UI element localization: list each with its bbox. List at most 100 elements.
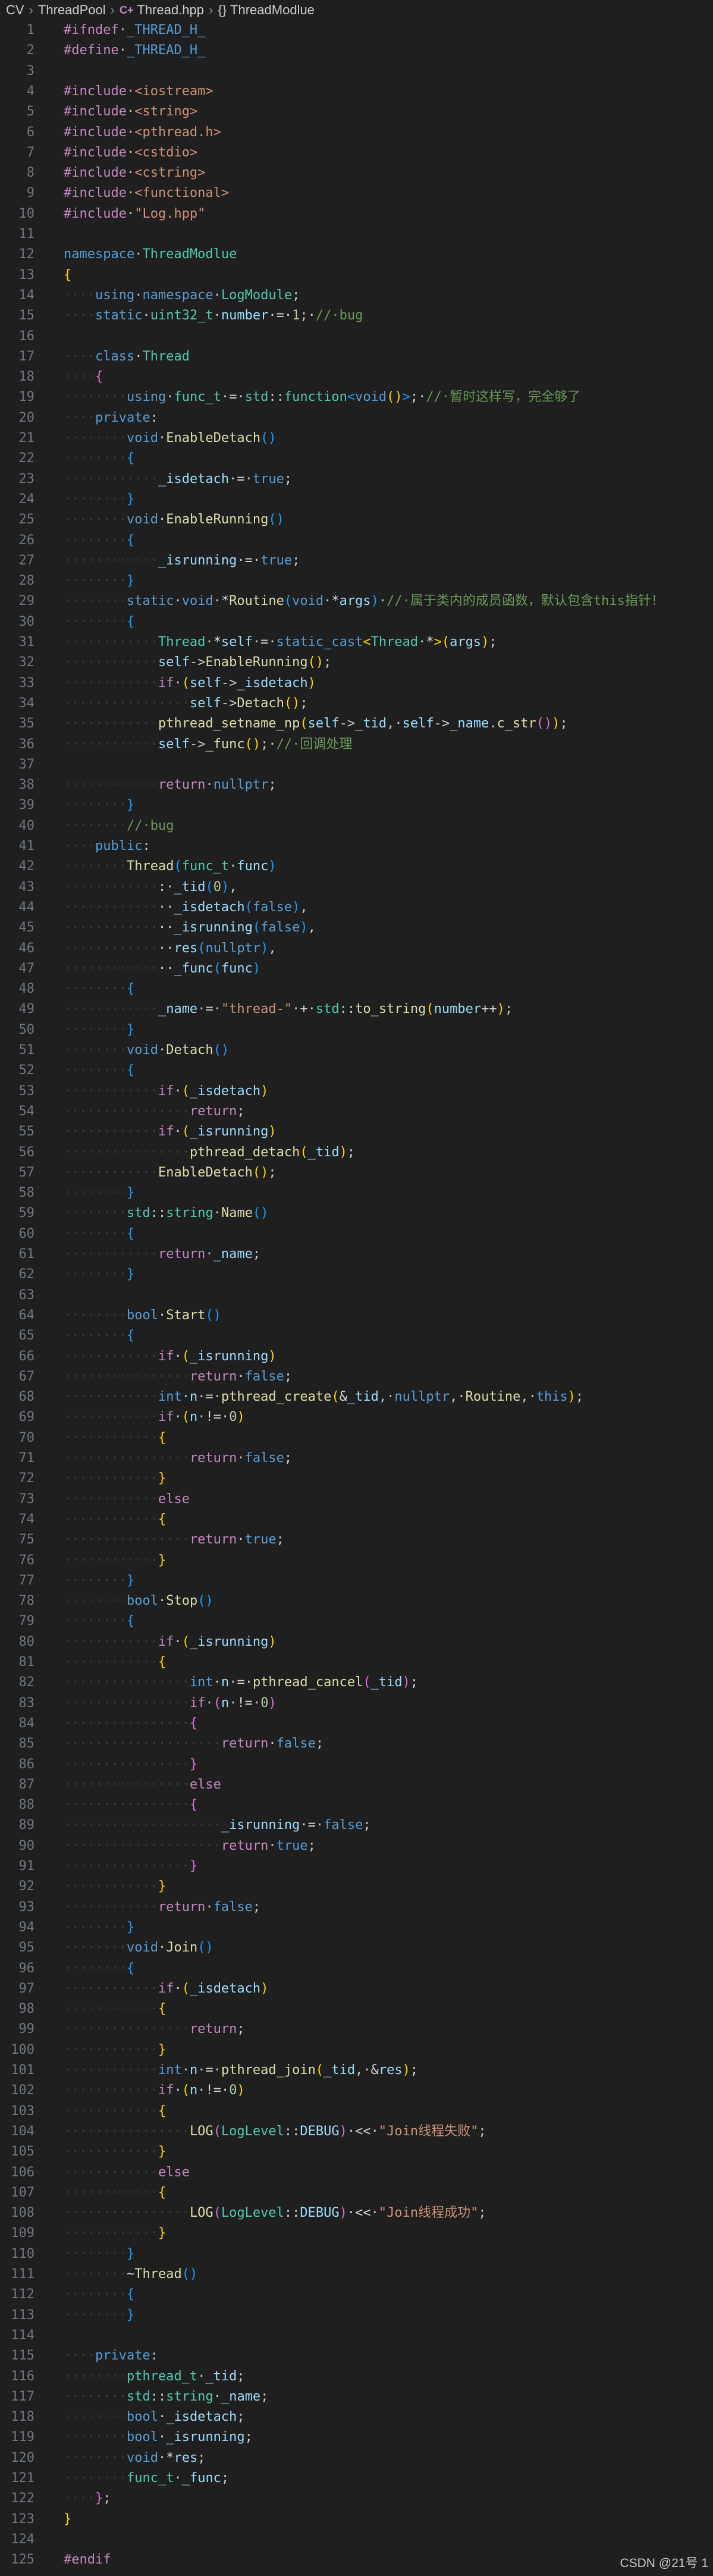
code-line[interactable]: 36 ············self->_func();·//·回调处理 [0, 735, 713, 755]
code-line[interactable]: 94 ········} [0, 1918, 713, 1938]
code-line[interactable]: 68 ············int·n·=·pthread_create(&_t… [0, 1387, 713, 1408]
code-line[interactable]: 116 ········pthread_t·_tid; [0, 2367, 713, 2387]
code-line[interactable]: 74 ············{ [0, 1510, 713, 1530]
code-line[interactable]: 106 ············else [0, 2163, 713, 2183]
code-line[interactable]: 61 ············return·_name; [0, 1244, 713, 1265]
code-line[interactable]: 100 ············} [0, 2040, 713, 2061]
code-line[interactable]: 40 ········//·bug [0, 816, 713, 837]
code-line[interactable]: 69 ············if·(n·!=·0) [0, 1407, 713, 1428]
code-line[interactable]: 19 ········using·func_t·=·std::function<v… [0, 387, 713, 408]
code-line[interactable]: 78 ········bool·Stop() [0, 1591, 713, 1612]
code-line[interactable]: 93 ············return·false; [0, 1897, 713, 1918]
code-line[interactable]: 65 ········{ [0, 1326, 713, 1347]
code-line[interactable]: 118 ········bool·_isdetach; [0, 2407, 713, 2428]
code-line[interactable]: 54 ················return; [0, 1102, 713, 1122]
code-line[interactable]: 101 ············int·n·=·pthread_join(_tid… [0, 2060, 713, 2081]
code-line[interactable]: 39 ········} [0, 795, 713, 816]
code-line[interactable]: 89 ····················_isrunning·=·false… [0, 1815, 713, 1836]
code-editor[interactable]: 1 #ifndef·_THREAD_H_ 2 #define·_THREAD_H_ 3 4… [0, 20, 713, 2576]
code-line[interactable]: 25 ········void·EnableRunning() [0, 510, 713, 531]
code-line[interactable]: 24 ········} [0, 490, 713, 510]
code-line[interactable]: 120 ········void·*res; [0, 2448, 713, 2469]
code-line[interactable]: 55 ············if·(_isrunning) [0, 1122, 713, 1143]
code-line[interactable]: 85 ····················return·false; [0, 1734, 713, 1755]
code-line[interactable]: 50 ········} [0, 1020, 713, 1041]
code-line[interactable]: 44 ··············_isdetach(false), [0, 898, 713, 918]
code-line[interactable]: 117 ········std::string·_name; [0, 2387, 713, 2408]
code-line[interactable]: 8 #include·<cstring> [0, 163, 713, 184]
code-line[interactable]: 7 #include·<cstdio> [0, 143, 713, 164]
code-line[interactable]: 28 ········} [0, 571, 713, 592]
code-line[interactable]: 99 ················return; [0, 2019, 713, 2040]
breadcrumb-item-threadpool[interactable]: ThreadPool [38, 2, 106, 18]
code-line[interactable]: 23 ············_isdetach·=·true; [0, 469, 713, 490]
code-line[interactable]: 67 ················return·false; [0, 1367, 713, 1388]
code-line[interactable]: 84 ················{ [0, 1714, 713, 1734]
code-line[interactable]: 21 ········void·EnableDetach() [0, 428, 713, 449]
code-line[interactable]: 79 ········{ [0, 1611, 713, 1632]
code-line[interactable]: 5 #include·<string> [0, 102, 713, 123]
code-line[interactable]: 10 #include·"Log.hpp" [0, 204, 713, 225]
code-line[interactable]: 26 ········{ [0, 531, 713, 551]
code-line[interactable]: 3 [0, 61, 713, 82]
code-line[interactable]: 110 ········} [0, 2244, 713, 2265]
breadcrumb-item-cv[interactable]: CV [6, 2, 24, 18]
code-line[interactable]: 66 ············if·(_isrunning) [0, 1347, 713, 1367]
code-line[interactable]: 2 #define·_THREAD_H_ [0, 40, 713, 61]
code-line[interactable]: 1 #ifndef·_THREAD_H_ [0, 20, 713, 41]
code-line[interactable]: 56 ················pthread_detach(_tid); [0, 1143, 713, 1163]
code-line[interactable]: 62 ········} [0, 1265, 713, 1285]
code-line[interactable]: 95 ········void·Join() [0, 1938, 713, 1959]
code-line[interactable]: 122 ····}; [0, 2489, 713, 2509]
code-line[interactable]: 91 ················} [0, 1856, 713, 1877]
code-line[interactable]: 11 [0, 224, 713, 245]
code-line[interactable]: 27 ············_isrunning·=·true; [0, 551, 713, 572]
code-line[interactable]: 6 #include·<pthread.h> [0, 123, 713, 143]
code-line[interactable]: 43 ············:·_tid(0), [0, 877, 713, 898]
code-line[interactable]: 81 ············{ [0, 1652, 713, 1673]
code-line[interactable]: 70 ············{ [0, 1428, 713, 1449]
code-line[interactable]: 98 ············{ [0, 1999, 713, 2020]
code-line[interactable]: 17 ····class·Thread [0, 347, 713, 368]
code-line[interactable]: 83 ················if·(n·!=·0) [0, 1693, 713, 1714]
code-line[interactable]: 113 ········} [0, 2305, 713, 2326]
code-line[interactable]: 9 #include·<functional> [0, 183, 713, 204]
code-line[interactable]: 51 ········void·Detach() [0, 1040, 713, 1061]
code-line[interactable]: 18 ····{ [0, 367, 713, 388]
code-line[interactable]: 96 ········{ [0, 1959, 713, 1979]
code-line[interactable]: 73 ············else [0, 1489, 713, 1510]
code-line[interactable]: 92 ············} [0, 1877, 713, 1897]
code-line[interactable]: 33 ············if·(self->_isdetach) [0, 673, 713, 694]
code-line[interactable]: 119 ········bool·_isrunning; [0, 2427, 713, 2448]
code-line[interactable]: 124 [0, 2530, 713, 2550]
code-line[interactable]: 104 ················LOG(LogLevel::DEBUG)·… [0, 2122, 713, 2142]
code-line[interactable]: 109 ············} [0, 2223, 713, 2244]
code-line[interactable]: 35 ············pthread_setname_np(self->_… [0, 714, 713, 735]
code-line[interactable]: 108 ················LOG(LogLevel::DEBUG)·… [0, 2203, 713, 2224]
code-line[interactable]: 13 { [0, 265, 713, 286]
code-line[interactable]: 53 ············if·(_isdetach) [0, 1081, 713, 1102]
code-line[interactable]: 34 ················self->Detach(); [0, 694, 713, 714]
code-line[interactable]: 112 ········{ [0, 2285, 713, 2305]
code-line[interactable]: 97 ············if·(_isdetach) [0, 1979, 713, 2000]
code-line[interactable]: 76 ············} [0, 1551, 713, 1571]
code-line[interactable]: 72 ············} [0, 1469, 713, 1489]
code-line[interactable]: 12 namespace·ThreadModlue [0, 244, 713, 265]
code-line[interactable]: 111 ········~Thread() [0, 2264, 713, 2285]
code-line[interactable]: 87 ················else [0, 1775, 713, 1796]
code-line[interactable]: 57 ············EnableDetach(); [0, 1163, 713, 1184]
code-line[interactable]: 49 ············_name·=·"thread-"·+·std::t… [0, 999, 713, 1020]
code-line[interactable]: 59 ········std::string·Name() [0, 1203, 713, 1224]
code-line[interactable]: 123} [0, 2509, 713, 2530]
code-line[interactable]: 52 ········{ [0, 1060, 713, 1081]
code-line[interactable]: 114 [0, 2326, 713, 2346]
breadcrumb-item-file[interactable]: Thread.hpp [137, 2, 204, 18]
code-line[interactable]: 121 ········func_t·_func; [0, 2468, 713, 2489]
code-line[interactable]: 103 ············{ [0, 2101, 713, 2122]
code-line[interactable]: 115 ····private: [0, 2346, 713, 2367]
code-line[interactable]: 22 ········{ [0, 448, 713, 469]
breadcrumb-item-namespace[interactable]: ThreadModlue [230, 2, 315, 18]
code-line[interactable]: 63 [0, 1285, 713, 1306]
code-line[interactable]: 105 ············} [0, 2142, 713, 2163]
code-line[interactable]: 31 ············Thread·*self·=·static_cast… [0, 632, 713, 653]
